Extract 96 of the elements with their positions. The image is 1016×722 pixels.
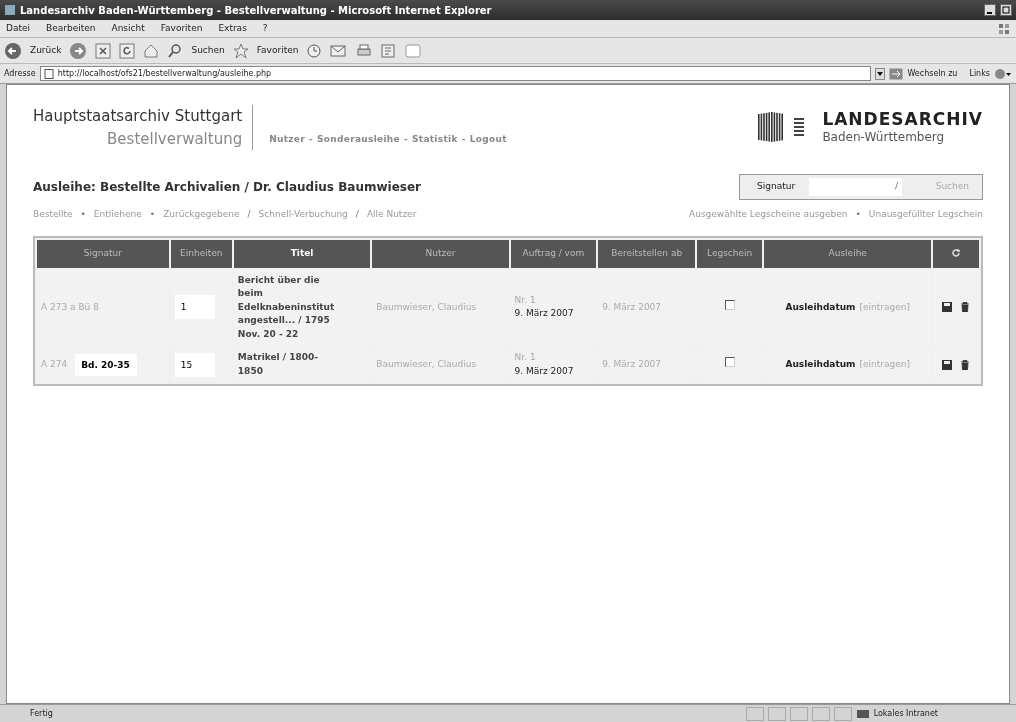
maximize-icon[interactable] — [1000, 4, 1012, 16]
browser-icon — [4, 4, 16, 16]
units-field[interactable]: 15 — [174, 352, 215, 377]
column-header[interactable]: Einheiten — [170, 239, 232, 268]
user-name: Baumwieser, Claudius — [376, 358, 477, 369]
action-link[interactable]: Ausgewählte Legscheine ausgeben — [689, 208, 848, 222]
link-separator: • — [149, 208, 156, 221]
column-header[interactable]: Legschein — [697, 239, 762, 268]
favorites-button[interactable]: Favoriten — [256, 43, 299, 58]
filter-link[interactable]: Bestellte — [33, 208, 73, 222]
link-separator: • — [855, 208, 861, 221]
nav-separator: - — [403, 132, 408, 146]
menu-item[interactable]: Extras — [218, 21, 247, 36]
menu-item[interactable]: Favoriten — [160, 21, 203, 36]
status-pane — [811, 706, 830, 721]
title-text: Matrikel / 1800-1850 — [237, 351, 319, 378]
signature-text: A 273 a Bü 8 — [41, 300, 99, 314]
ready-date: 9. März 2007 — [602, 358, 662, 369]
home-icon[interactable] — [143, 42, 160, 59]
status-pane — [789, 706, 808, 721]
minimize-icon[interactable] — [984, 4, 996, 16]
column-header[interactable]: Ausleihe — [764, 239, 932, 268]
loan-date-label: Ausleihdatum — [785, 300, 856, 314]
checkbox[interactable] — [724, 300, 735, 310]
nav-link[interactable]: Sonderausleihe — [317, 132, 400, 146]
link-separator: / — [355, 208, 359, 221]
signature-text: A 274 — [41, 357, 68, 371]
windows-logo-icon — [998, 22, 1010, 35]
search-icon[interactable] — [167, 42, 184, 59]
loan-date-label: Ausleihdatum — [785, 357, 856, 371]
save-icon[interactable] — [942, 359, 953, 370]
status-pane — [833, 706, 852, 721]
dropdown-icon[interactable] — [875, 67, 886, 80]
units-field[interactable]: 1 — [174, 295, 215, 320]
filter-link[interactable]: Entliehene — [93, 208, 142, 222]
search-label: Signatur — [756, 180, 797, 194]
zone-text: Lokales Intranet — [873, 707, 939, 720]
filter-link[interactable]: Alle Nutzer — [366, 208, 417, 222]
address-label: Adresse — [4, 67, 36, 80]
logo-subtitle: Baden-Württemberg — [822, 128, 946, 146]
order-date: 9. März 2007 — [514, 307, 575, 321]
status-pane — [745, 706, 764, 721]
user-name: Baumwieser, Claudius — [376, 301, 477, 312]
link-separator: / — [247, 208, 251, 221]
printer-icon[interactable] — [356, 42, 373, 59]
address-url: http://localhost/ofs21/bestellverwaltung/ausleihe.php — [57, 68, 272, 80]
menu-item[interactable]: ? — [262, 21, 268, 36]
search-button[interactable]: Suchen — [191, 43, 225, 58]
column-header[interactable]: Auftrag / vom — [510, 239, 597, 268]
window-title: Landesarchiv Baden-Württemberg - Bestellverwaltung - Microsoft Internet Explorer — [20, 3, 493, 18]
column-header[interactable]: Signatur — [37, 239, 169, 268]
trash-icon[interactable] — [960, 359, 971, 370]
menu-item[interactable]: Ansicht — [111, 21, 145, 36]
app-name: Bestellverwaltung — [106, 128, 243, 150]
page-icon — [43, 68, 54, 79]
filter-link[interactable]: Zurückgegebene — [163, 208, 240, 222]
filter-link[interactable]: Schnell-Verbuchung — [258, 208, 348, 222]
menu-item[interactable]: Bearbeiten — [46, 21, 96, 36]
links-arrow-icon[interactable] — [994, 67, 1012, 80]
stop-icon[interactable] — [95, 42, 112, 59]
go-button[interactable]: Wechseln zu — [907, 67, 958, 80]
ready-date: 9. März 2007 — [602, 301, 662, 312]
star-icon[interactable] — [232, 42, 249, 59]
nav-link[interactable]: Statistik — [412, 132, 458, 146]
logo-title: LANDESARCHIV — [822, 110, 983, 128]
back-button[interactable]: Zurück — [30, 43, 62, 58]
status-pane — [767, 706, 786, 721]
action-link[interactable]: Unausgefüllter Legschein — [868, 208, 983, 222]
nav-link[interactable]: Logout — [469, 132, 507, 146]
checkbox[interactable] — [724, 357, 735, 368]
link-separator: • — [80, 208, 86, 221]
nav-separator: - — [461, 132, 466, 146]
mail-icon[interactable] — [330, 42, 349, 59]
nav-link[interactable]: Nutzer — [269, 132, 305, 146]
menu-item[interactable]: Datei — [6, 21, 30, 36]
page-heading: Ausleihe: Bestellte Archivalien / Dr. Claudius Baumwieser — [33, 179, 421, 196]
refresh-icon[interactable] — [119, 42, 136, 59]
nav-separator: - — [309, 132, 314, 146]
column-header[interactable]: Bereitstellen ab — [598, 239, 696, 268]
order-date: 9. März 2007 — [514, 364, 575, 378]
column-header[interactable]: Titel — [233, 239, 371, 268]
trash-icon[interactable] — [960, 302, 971, 313]
enter-link[interactable]: [eintragen] — [859, 357, 910, 372]
refresh-icon[interactable] — [951, 248, 962, 259]
address-field[interactable]: http://localhost/ofs21/bestellverwaltung/ausleihe.php — [39, 66, 872, 81]
order-number: Nr. 1 — [514, 351, 537, 364]
order-number: Nr. 1 — [514, 293, 537, 307]
title-text: Bericht über die beim Edelknabeninstitut angestell... / 1795 Nov. 20 - 22 — [237, 273, 336, 341]
org-name: Hauptstaatsarchiv Stuttgart — [33, 106, 243, 127]
links-button[interactable]: Links — [969, 67, 990, 80]
save-icon[interactable] — [942, 302, 953, 313]
history-icon[interactable] — [306, 42, 323, 59]
column-header[interactable]: Nutzer — [372, 239, 509, 268]
status-text: Fertig — [30, 707, 54, 720]
volume-field[interactable]: Bd. 20-35 — [75, 353, 138, 376]
enter-link[interactable]: [eintragen] — [859, 300, 910, 314]
